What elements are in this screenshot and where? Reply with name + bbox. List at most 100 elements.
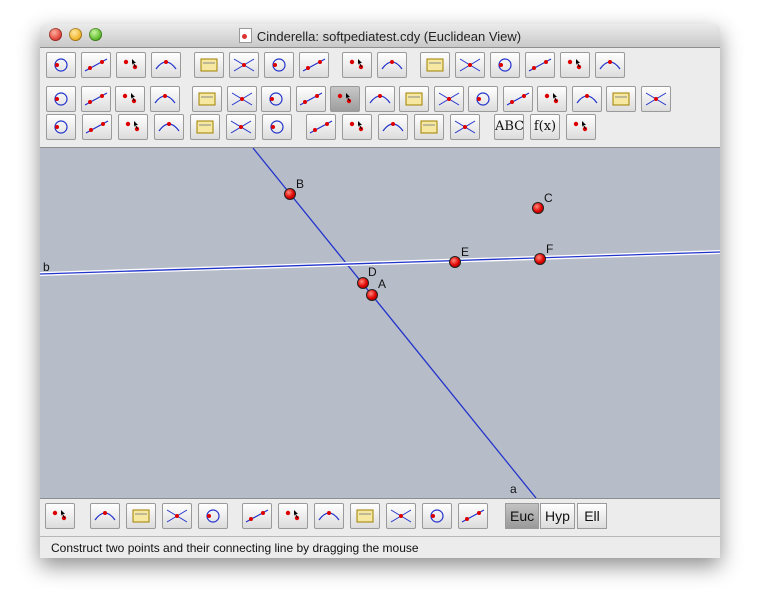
line-b[interactable] [40, 251, 720, 275]
properties-icon[interactable] [80, 86, 111, 112]
grid-coarser-icon[interactable] [278, 503, 308, 529]
appearance-icon[interactable] [149, 86, 180, 112]
polygon-icon[interactable] [450, 114, 480, 140]
title-bar[interactable]: Cinderella: softpediatest.cdy (Euclidean… [40, 24, 720, 48]
conic-5-points-icon[interactable] [154, 114, 184, 140]
conic-icon-glyph [122, 93, 137, 104]
circle-icon[interactable] [295, 86, 326, 112]
select-circles-icon[interactable] [525, 52, 555, 78]
locus-icon[interactable] [226, 114, 256, 140]
compass-icon[interactable] [537, 86, 567, 112]
select-lines-icon-glyph [426, 58, 444, 72]
save-as-icon-glyph [155, 60, 177, 70]
point-label-b: B [296, 177, 305, 191]
document-icon [238, 28, 252, 43]
axes-icon[interactable] [314, 503, 344, 529]
move-tool-icon[interactable] [46, 86, 76, 112]
rss-icon[interactable] [229, 52, 259, 78]
intersection-icon[interactable] [226, 86, 257, 112]
save-as-icon[interactable] [151, 52, 181, 78]
line-a[interactable] [252, 148, 537, 498]
translate-view-icon[interactable] [90, 503, 120, 529]
triangular-grid-icon[interactable] [386, 503, 416, 529]
point-f[interactable] [534, 253, 546, 265]
info-icon[interactable] [299, 52, 329, 78]
redo-icon-glyph [381, 60, 403, 70]
polygon-path-icon-glyph [125, 121, 140, 132]
grid-finer-icon[interactable] [242, 503, 272, 529]
compass-icon-glyph [544, 93, 559, 104]
help-icon[interactable] [264, 52, 294, 78]
zoom-out-icon[interactable] [162, 503, 192, 529]
translate-view-icon-glyph [94, 511, 116, 521]
zoom-in-icon[interactable] [126, 503, 156, 529]
animation-icon[interactable] [306, 114, 336, 140]
point-c[interactable] [532, 202, 544, 214]
line-tool-icon[interactable] [330, 86, 360, 112]
undo-icon[interactable] [342, 52, 372, 78]
mirror-icon[interactable] [378, 114, 408, 140]
point-b[interactable] [284, 188, 296, 200]
circle-center-icon-glyph [612, 92, 630, 106]
circle-3-points-icon[interactable] [82, 114, 112, 140]
ellipse-icon[interactable] [190, 114, 220, 140]
mirror-icon-glyph [382, 122, 404, 132]
segment-icon[interactable] [364, 86, 395, 112]
intersection-icon-glyph [231, 92, 252, 106]
pdf-export-icon[interactable] [45, 503, 75, 529]
parallel-icon[interactable] [399, 86, 429, 112]
cinderella-window: Cinderella: softpediatest.cdy (Euclidean… [40, 24, 720, 558]
snap-icon[interactable] [422, 503, 452, 529]
redo-icon[interactable] [377, 52, 407, 78]
circle-icon-glyph [299, 92, 322, 106]
select-points-icon-glyph [459, 58, 481, 72]
text-tool[interactable]: ABC [494, 114, 524, 140]
add-point-icon[interactable] [192, 86, 222, 112]
select-segments-icon[interactable] [490, 52, 520, 78]
circle-by-radius-icon[interactable] [571, 86, 602, 112]
camera-icon[interactable] [458, 503, 488, 529]
eraser-icon-glyph [599, 60, 621, 70]
parabola-icon[interactable] [262, 114, 292, 140]
add-point-icon-glyph [198, 92, 216, 106]
point-label-c: C [544, 191, 553, 205]
open-file-icon[interactable] [81, 52, 111, 78]
point-e[interactable] [449, 256, 461, 268]
segment-icon-glyph [369, 94, 390, 104]
point-a[interactable] [366, 289, 378, 301]
axes-icon-glyph [318, 511, 340, 521]
line-label-b: b [43, 260, 50, 274]
new-file-icon[interactable] [46, 52, 76, 78]
elliptic-view-button[interactable]: Ell [577, 503, 607, 529]
angle-measure-icon[interactable] [566, 114, 596, 140]
square-grid-icon[interactable] [350, 503, 380, 529]
function-tool[interactable]: f(x) [530, 114, 560, 140]
point-label-a: A [378, 277, 387, 291]
line-through-point-icon[interactable] [468, 86, 498, 112]
hyperbolic-view-button[interactable]: Hyp [540, 503, 575, 529]
ellipse-icon-glyph [196, 120, 214, 134]
angle-bisector-icon[interactable] [502, 86, 533, 112]
euclidean-view-button[interactable]: Euc [505, 503, 540, 529]
select-points-icon[interactable] [455, 52, 485, 78]
euclidean-view-canvas[interactable]: b a B C E F D A [40, 147, 720, 499]
select-conics-icon[interactable] [560, 52, 590, 78]
midpoint-icon[interactable] [261, 86, 291, 112]
conic-icon[interactable] [115, 86, 145, 112]
transform-icon[interactable] [342, 114, 372, 140]
polygon-path-icon[interactable] [118, 114, 148, 140]
web-export-icon[interactable] [194, 52, 224, 78]
point-label-e: E [461, 245, 470, 259]
orthogonal-icon[interactable] [433, 86, 464, 112]
eraser-icon[interactable] [595, 52, 625, 78]
rss-icon-glyph [233, 58, 255, 72]
circle-center-icon[interactable] [606, 86, 636, 112]
measure-icon[interactable] [414, 114, 444, 140]
select-lines-icon[interactable] [420, 52, 450, 78]
save-icon[interactable] [116, 52, 146, 78]
lasso-icon[interactable] [198, 503, 228, 529]
circle-three-points-icon[interactable] [640, 86, 671, 112]
pdf-export-icon-glyph [52, 510, 67, 521]
window-title-text: Cinderella: softpediatest.cdy (Euclidean… [256, 29, 522, 44]
compass-construct-icon[interactable] [46, 114, 76, 140]
